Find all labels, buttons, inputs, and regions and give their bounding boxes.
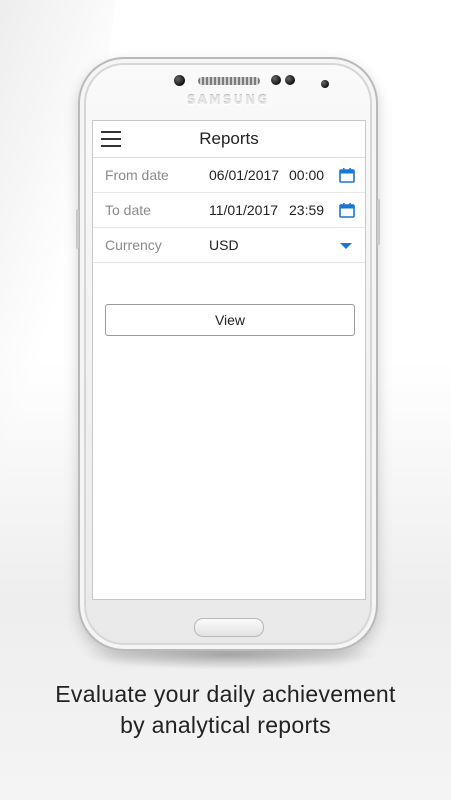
promo-caption: Evaluate your daily achievement by analy… — [0, 679, 451, 741]
from-time-value[interactable]: 00:00 — [289, 167, 324, 183]
page-title: Reports — [199, 129, 259, 148]
calendar-icon[interactable] — [339, 202, 355, 218]
sensor-right — [285, 75, 295, 85]
app-screen: Reports From date 06/01/2017 00:00 To da… — [92, 120, 366, 600]
proximity-sensor — [321, 80, 329, 88]
from-date-value[interactable]: 06/01/2017 — [209, 167, 279, 183]
from-date-label: From date — [105, 167, 169, 183]
caption-line-1: Evaluate your daily achievement — [55, 681, 396, 707]
front-camera — [174, 75, 185, 86]
sensor-left — [271, 75, 281, 85]
from-date-row[interactable]: From date 06/01/2017 00:00 — [93, 158, 365, 193]
caption-line-2: by analytical reports — [120, 712, 331, 738]
power-button — [377, 199, 380, 245]
currency-select[interactable]: Currency USD — [93, 228, 365, 263]
to-time-value[interactable]: 23:59 — [289, 202, 324, 218]
to-date-value[interactable]: 11/01/2017 — [209, 202, 278, 218]
volume-button — [76, 209, 79, 249]
currency-label: Currency — [105, 237, 162, 253]
hamburger-icon[interactable] — [101, 131, 121, 147]
phone-frame: SAMSUNG Reports From date 06/01/2017 00:… — [76, 57, 380, 651]
app-bar: Reports — [93, 121, 365, 158]
currency-value[interactable]: USD — [209, 237, 239, 253]
view-button[interactable]: View — [105, 304, 355, 336]
earpiece-speaker — [198, 77, 260, 85]
dropdown-arrow-icon[interactable] — [340, 243, 352, 249]
brand-logo: SAMSUNG — [186, 93, 270, 107]
home-button[interactable] — [194, 618, 264, 637]
calendar-icon[interactable] — [339, 167, 355, 183]
to-date-label: To date — [105, 202, 151, 218]
to-date-row[interactable]: To date 11/01/2017 23:59 — [93, 193, 365, 228]
